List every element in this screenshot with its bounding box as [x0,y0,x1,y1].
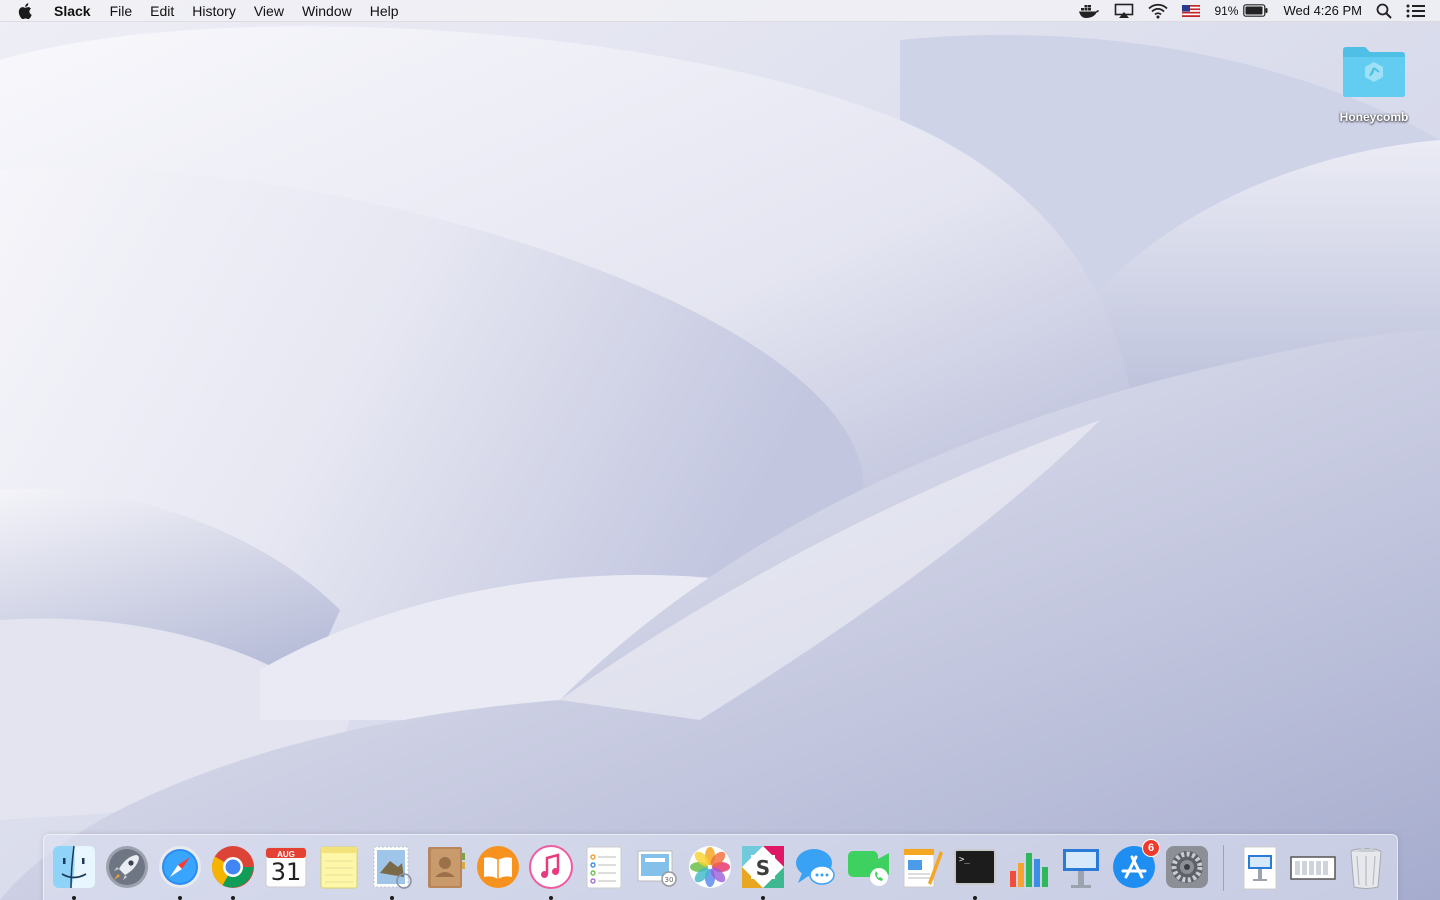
dock-slack[interactable]: S [739,843,787,900]
menu-clock[interactable]: Wed 4:26 PM [1283,0,1362,22]
contacts-book-icon [428,847,465,888]
mail-stamp-icon [373,846,412,889]
reminders-icon [586,846,622,889]
dock-calendar[interactable]: AUG 31 [262,843,310,891]
desktop-wallpaper [0,0,1440,900]
dock-preview[interactable]: 30 [633,843,681,891]
preview-icon: 30 [637,850,677,887]
docker-icon[interactable] [1078,0,1100,22]
calendar-day: 31 [270,858,302,886]
dock-reminders[interactable] [580,843,628,891]
battery-percent: 91% [1214,3,1239,18]
dock-keynote-document[interactable] [1236,843,1284,891]
dock-terminal[interactable]: >_ [951,843,999,900]
battery-icon [1243,4,1268,17]
menu-file[interactable]: File [110,0,133,22]
dock-finder[interactable] [50,843,98,900]
dock-ibooks[interactable] [474,843,522,891]
airplay-icon[interactable] [1114,0,1134,22]
running-indicator [549,896,553,900]
dock-safari[interactable] [156,843,204,900]
svg-text:>_: >_ [959,855,970,865]
finder-icon [53,845,95,889]
desktop-icon-label: Honeycomb [1339,110,1409,124]
dock-notes[interactable] [315,843,363,891]
running-indicator [390,896,394,900]
keynote-podium-icon [1063,849,1099,888]
facetime-icon [848,851,889,886]
ibooks-icon [477,846,519,888]
slack-icon: S [742,846,784,888]
running-indicator [178,896,182,900]
notification-badge: 6 [1142,839,1160,857]
numbers-chart-icon [1010,853,1048,887]
gear-icon [1166,846,1208,888]
notification-center-icon[interactable] [1406,0,1426,22]
dock-chrome[interactable] [209,843,257,900]
running-indicator [761,896,765,900]
dock-trash[interactable] [1342,843,1390,891]
dock-contacts[interactable] [421,843,469,891]
svg-text:30: 30 [665,876,674,884]
desktop-folder-honeycomb[interactable]: Honeycomb [1330,44,1418,124]
dock-itunes[interactable] [527,843,575,900]
menu-help[interactable]: Help [370,0,399,22]
safari-compass-icon [159,846,201,888]
menu-bar: Slack File Edit History View Window Help [0,0,1440,22]
trash-icon [1350,846,1382,889]
terminal-icon: >_ [954,849,996,885]
dock-numbers[interactable] [1004,843,1052,891]
menu-history[interactable]: History [192,0,236,22]
photos-flower-icon [689,846,731,888]
running-indicator [973,896,977,900]
svg-text:S: S [756,856,770,880]
dock-keynote[interactable] [1057,843,1105,891]
menu-bar-status: 91% Wed 4:26 PM [1064,0,1440,22]
running-indicator [72,896,76,900]
spotlight-search-icon[interactable] [1376,0,1392,22]
dock-mail[interactable] [368,843,416,900]
menu-edit[interactable]: Edit [150,0,174,22]
launchpad-rocket-icon [106,846,148,888]
keynote-document-icon [1243,846,1277,890]
dock-messages[interactable] [792,843,840,891]
dock: AUG 31 30 S >_ 6 [43,834,1398,900]
wifi-icon[interactable] [1148,0,1169,22]
us-flag-icon[interactable] [1182,0,1201,22]
downloads-folder-icon [1290,856,1336,880]
menu-app-name[interactable]: Slack [54,0,91,22]
menu-window[interactable]: Window [302,0,352,22]
pages-icon [903,848,943,888]
itunes-music-icon [529,845,573,889]
apple-menu-icon[interactable] [18,2,32,19]
running-indicator [231,896,235,900]
dock-app-store[interactable]: 6 [1110,839,1160,891]
dock-photos[interactable] [686,843,734,891]
dock-facetime[interactable] [845,843,893,891]
dock-pages[interactable] [898,843,946,891]
dock-downloads-stack[interactable] [1289,843,1337,891]
folder-icon [1343,47,1405,97]
notes-icon [320,846,358,889]
menu-bar-left: Slack File Edit History View Window Help [0,0,417,22]
dock-separator [1223,845,1224,891]
chrome-icon [211,846,254,888]
messages-bubble-icon [796,849,835,885]
menu-view[interactable]: View [254,0,284,22]
dock-launchpad[interactable] [103,843,151,891]
dock-system-preferences[interactable] [1163,843,1211,891]
battery-indicator[interactable]: 91% [1214,0,1269,22]
